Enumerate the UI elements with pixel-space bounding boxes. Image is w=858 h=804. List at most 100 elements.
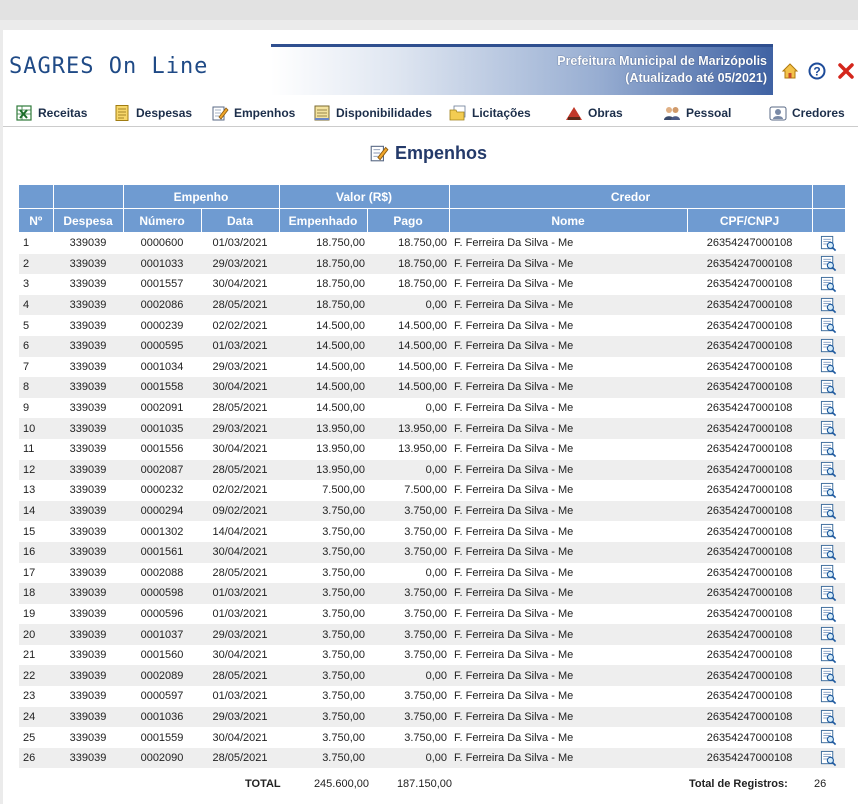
cell-action[interactable] (812, 377, 846, 398)
cell-action[interactable] (812, 480, 845, 501)
detail-view-icon[interactable] (820, 544, 837, 561)
cell-pago: 0,00 (367, 294, 450, 316)
detail-view-icon[interactable] (820, 503, 837, 520)
cell-action[interactable] (812, 521, 845, 542)
detail-view-icon[interactable] (820, 317, 837, 334)
cell-action[interactable] (812, 418, 846, 439)
cell-action[interactable] (812, 439, 845, 460)
cell-action[interactable] (812, 686, 845, 707)
nav-disponibilidades[interactable]: Disponibilidades (313, 103, 432, 123)
cell-n: 23 (23, 690, 36, 703)
totals-row: TOTAL 245.600,00 187.150,00 Total de Reg… (19, 775, 845, 795)
detail-view-icon[interactable] (820, 297, 837, 314)
detail-view-icon[interactable] (820, 420, 837, 437)
ledger-icon (314, 105, 330, 121)
help-icon[interactable]: ? (808, 62, 826, 80)
cell-n: 15 (23, 525, 36, 538)
home-icon[interactable] (781, 62, 799, 80)
app-logo[interactable]: SAGRES On Line (9, 54, 208, 79)
cell-action[interactable] (812, 274, 845, 295)
cell-action[interactable] (812, 563, 845, 584)
cell-action[interactable] (812, 357, 845, 378)
nav-credores[interactable]: Credores (769, 103, 845, 123)
column-header-n[interactable]: Nº (19, 208, 54, 233)
detail-view-icon[interactable] (820, 255, 837, 272)
cell-action[interactable] (812, 624, 846, 645)
cell-action[interactable] (812, 583, 846, 604)
column-header-pago[interactable]: Pago (367, 208, 450, 233)
cell-cpf: 26354247000108 (687, 253, 813, 275)
cell-cpf: 26354247000108 (706, 319, 793, 332)
table-row: 6 339039 0000595 01/03/2021 14.500,00 14.500,… (19, 335, 846, 357)
close-icon[interactable] (837, 62, 855, 80)
cell-action[interactable] (812, 500, 846, 522)
cell-action[interactable] (812, 398, 845, 419)
detail-view-icon[interactable] (820, 606, 837, 623)
detail-view-icon[interactable] (820, 585, 837, 602)
detail-view-icon[interactable] (820, 667, 837, 684)
cell-action[interactable] (812, 747, 846, 769)
table-body: 1 339039 0000600 01/03/2021 18.750,00 18.750,… (19, 233, 846, 769)
cell-action[interactable] (812, 459, 846, 481)
column-header-despesa[interactable]: Despesa (53, 208, 124, 233)
cell-n: 24 (19, 706, 53, 728)
cell-action[interactable] (812, 665, 846, 687)
detail-view-icon[interactable] (820, 709, 837, 726)
column-header-numero[interactable]: Número (123, 208, 202, 233)
detail-view-icon[interactable] (820, 276, 837, 293)
nav-licitacoes[interactable]: Licitações (449, 103, 531, 123)
cell-cpf: 26354247000108 (706, 649, 793, 662)
cell-action[interactable] (812, 253, 846, 275)
detail-view-icon[interactable] (820, 461, 837, 478)
total-empenhado: 245.600,00 (313, 778, 369, 790)
cell-action[interactable] (812, 604, 845, 625)
total-registros-value: 26 (814, 778, 827, 790)
cell-nome: F. Ferreira Da Silva - Me (454, 278, 574, 291)
cell-action[interactable] (812, 315, 845, 336)
detail-view-icon[interactable] (820, 358, 837, 375)
cell-nome: F. Ferreira Da Silva - Me (454, 607, 574, 620)
column-header-cpf[interactable]: CPF/CNPJ (687, 208, 813, 233)
nav-pessoal[interactable]: Pessoal (663, 103, 731, 123)
column-header-nome[interactable]: Nome (449, 208, 688, 233)
detail-view-icon[interactable] (820, 338, 837, 355)
cell-empenhado: 7.500,00 (322, 484, 366, 497)
nav-obras[interactable]: Obras (565, 103, 623, 123)
detail-view-icon[interactable] (820, 729, 837, 746)
detail-view-icon[interactable] (820, 647, 837, 664)
column-header-data[interactable]: Data (201, 208, 280, 233)
detail-view-icon[interactable] (820, 482, 837, 499)
cell-data: 01/03/2021 (212, 690, 268, 703)
detail-view-icon[interactable] (820, 750, 837, 767)
detail-view-icon[interactable] (820, 688, 837, 705)
group-header-credor: Credor (449, 185, 813, 209)
cell-action[interactable] (812, 706, 846, 728)
detail-view-icon[interactable] (820, 400, 837, 417)
cell-action[interactable] (812, 645, 845, 666)
cell-action[interactable] (812, 233, 845, 254)
nav-despesas[interactable]: Despesas (113, 103, 192, 123)
detail-view-icon[interactable] (820, 379, 837, 396)
cell-data: 01/03/2021 (201, 583, 280, 604)
cell-action[interactable] (812, 727, 845, 748)
table-row: 10 339039 0001035 29/03/2021 13.950,00 13.950… (19, 418, 846, 439)
detail-view-icon[interactable] (820, 441, 837, 458)
cell-action[interactable] (812, 294, 846, 316)
detail-view-icon[interactable] (820, 523, 837, 540)
cell-despesa: 339039 (69, 607, 107, 620)
cell-empenhado: 18.750,00 (279, 253, 368, 275)
cell-n: 3 (23, 278, 30, 291)
detail-view-icon[interactable] (820, 564, 837, 581)
nav-receitas[interactable]: Receitas (15, 103, 87, 123)
detail-view-icon[interactable] (820, 626, 837, 643)
cell-action[interactable] (812, 541, 846, 563)
cell-numero: 0002086 (123, 294, 201, 316)
nav-empenhos[interactable]: Empenhos (211, 103, 295, 123)
cell-numero: 0002088 (140, 566, 184, 579)
cell-data: 28/05/2021 (201, 747, 280, 769)
cell-data: 09/02/2021 (201, 500, 280, 522)
cell-action[interactable] (812, 335, 846, 357)
detail-view-icon[interactable] (820, 235, 837, 252)
column-header-empenhado[interactable]: Empenhado (279, 208, 368, 233)
cell-n: 26 (19, 747, 53, 769)
